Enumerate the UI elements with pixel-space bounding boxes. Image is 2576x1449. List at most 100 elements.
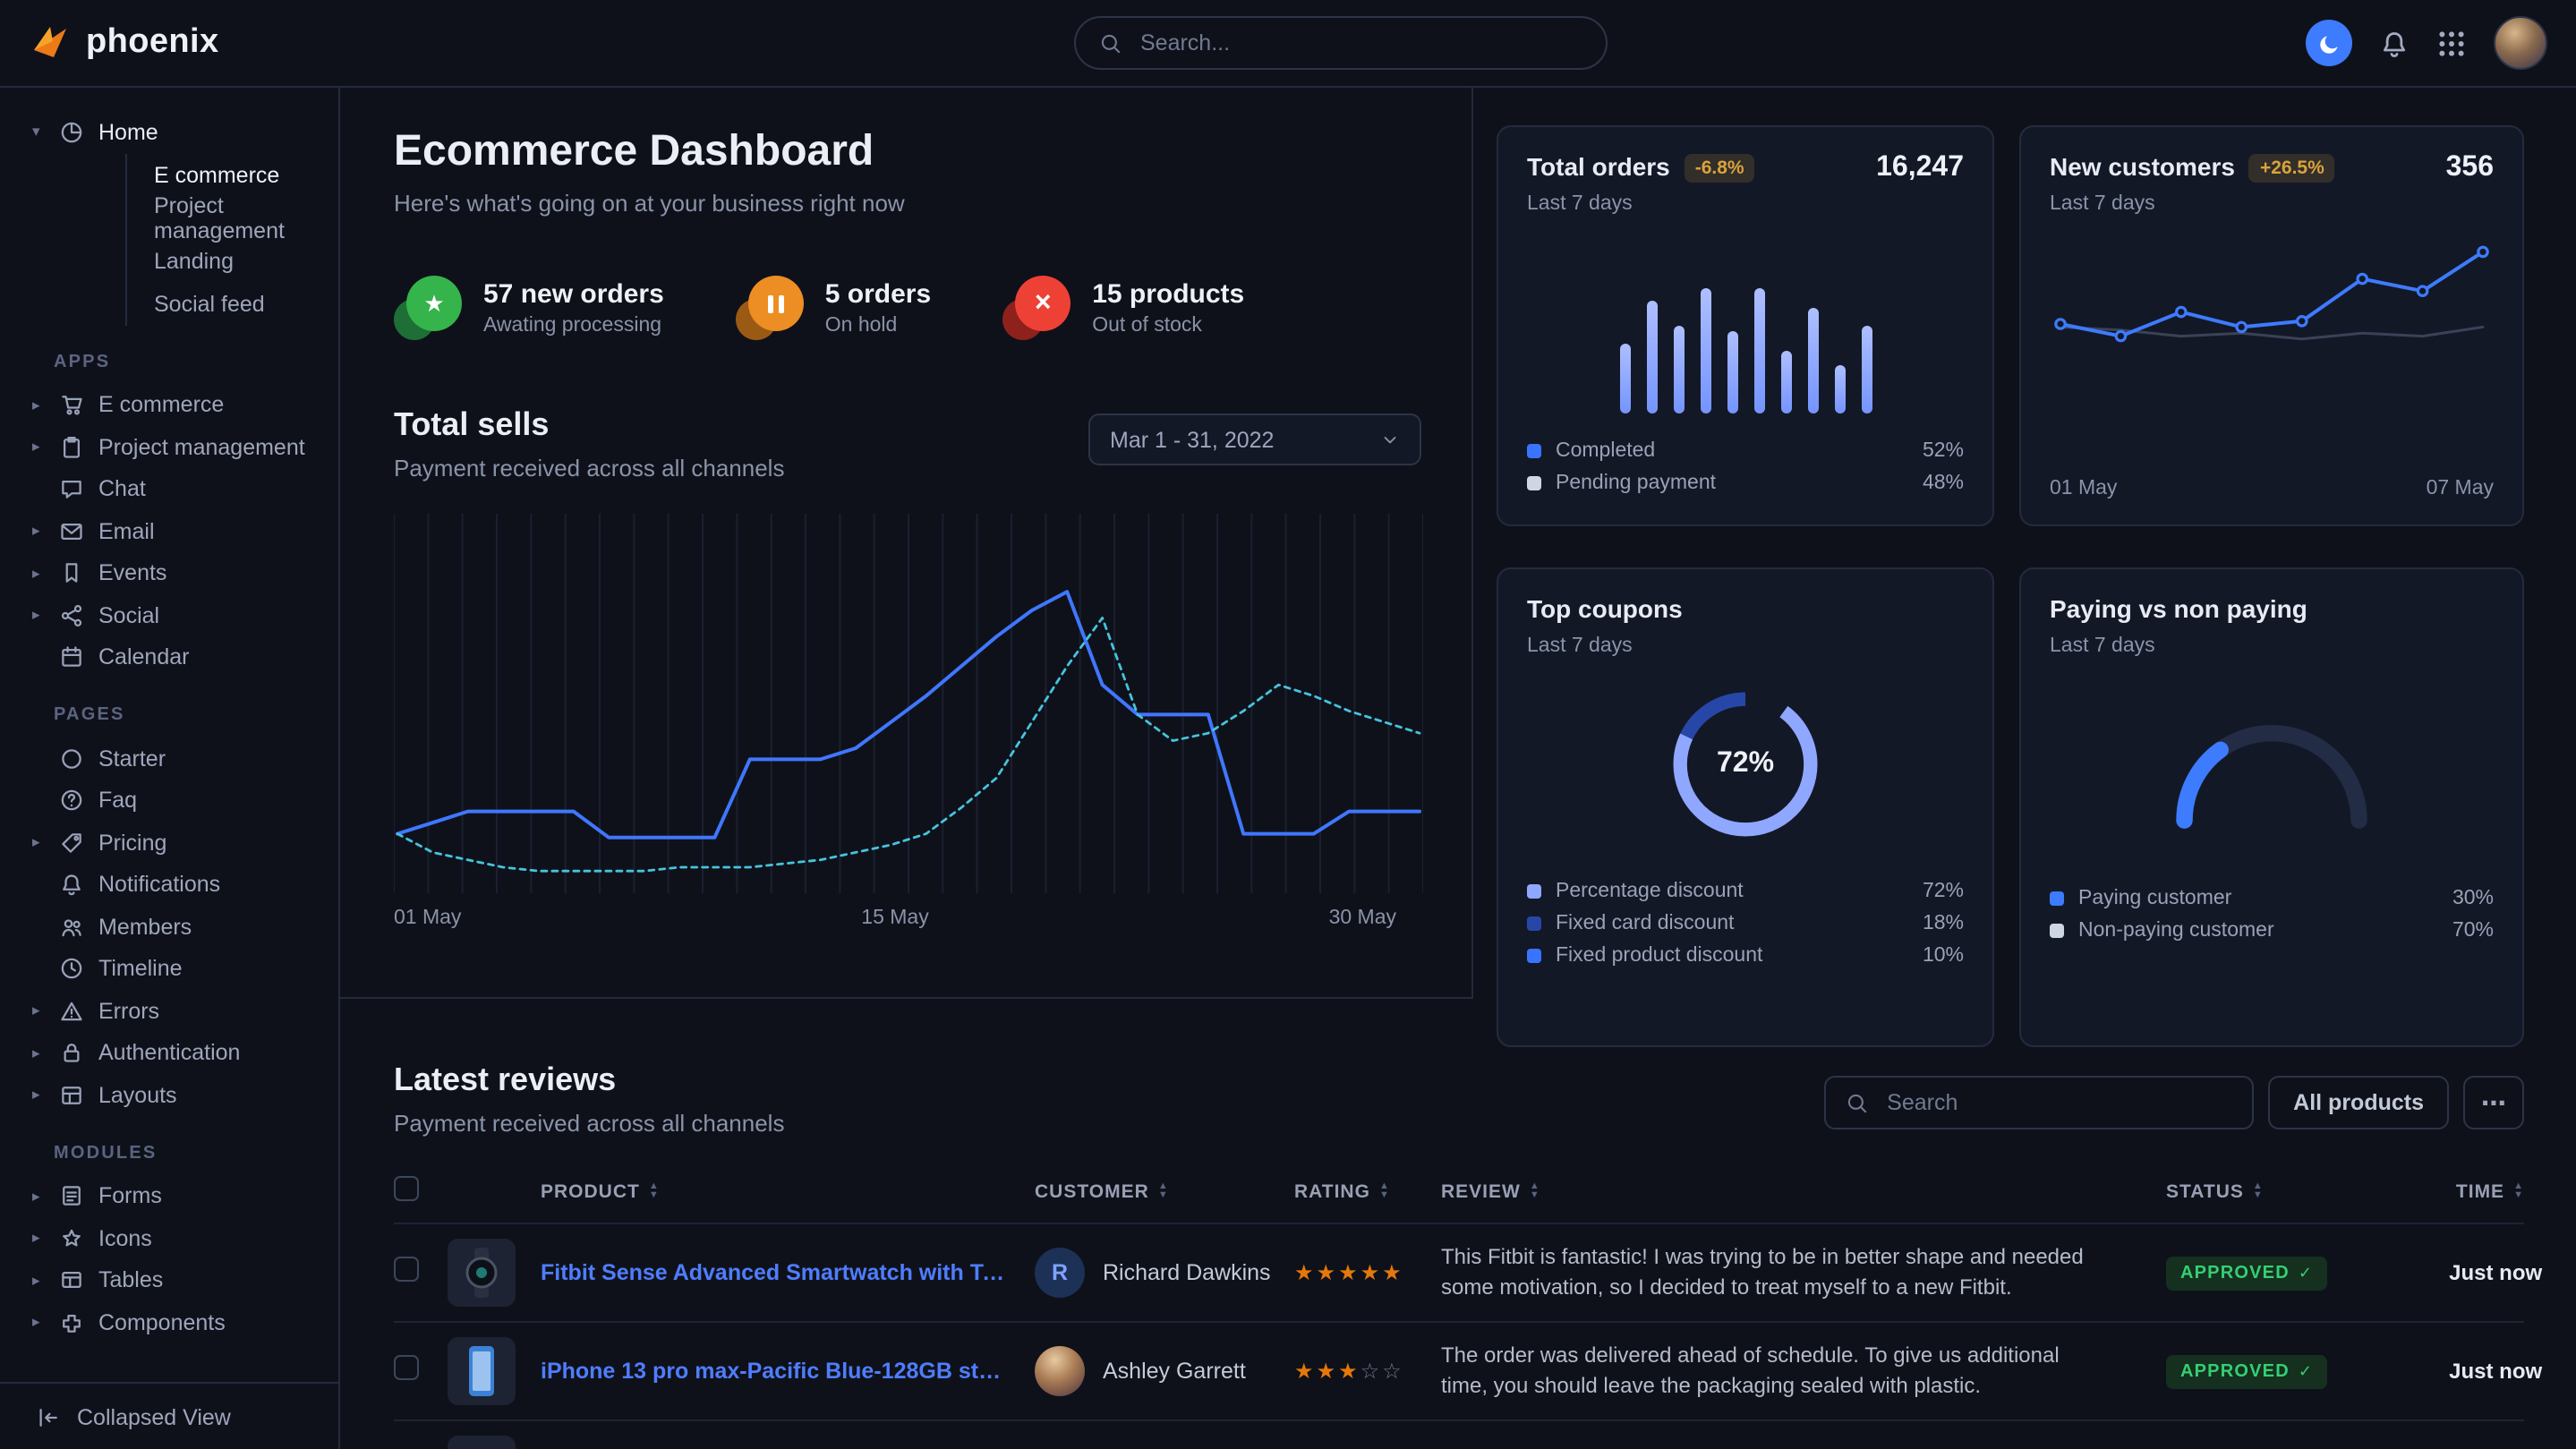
legend-item: Non-paying customer70%	[2050, 915, 2494, 947]
product-thumbnail[interactable]	[448, 1436, 516, 1449]
bell-icon[interactable]	[2379, 28, 2410, 58]
reviews-search-input[interactable]	[1883, 1088, 2232, 1117]
row-checkbox[interactable]	[394, 1354, 419, 1379]
moon-icon	[2317, 31, 2341, 55]
caret-right-icon: ▸	[32, 396, 59, 415]
chat-icon	[59, 477, 84, 502]
calendar-icon	[59, 645, 84, 670]
circle-icon	[59, 746, 84, 771]
star-icon	[59, 1226, 84, 1251]
paying-gauge-chart	[2050, 696, 2494, 836]
sidebar-item-starter[interactable]: Starter	[0, 737, 338, 780]
sidebar-item-calendar[interactable]: Calendar	[0, 636, 338, 678]
help-icon	[59, 788, 84, 814]
card-value: 16,247	[1876, 152, 1964, 184]
stat-on-hold: 5 ordersOn hold	[736, 276, 931, 340]
sidebar-item-notifications[interactable]: Notifications	[0, 864, 338, 906]
column-header-customer[interactable]: CUSTOMER▲▼	[1035, 1181, 1294, 1203]
date-range-select[interactable]: Mar 1 - 31, 2022	[1088, 413, 1421, 465]
search-icon	[1099, 31, 1122, 55]
navbar-search-input[interactable]	[1137, 29, 1582, 57]
sidebar-item-e-commerce[interactable]: ▸E commerce	[0, 384, 338, 426]
column-header-time[interactable]: TIME▲▼	[2309, 1181, 2524, 1203]
sidebar-item-e-commerce-dashboard[interactable]: E commerce	[127, 153, 338, 196]
collapsed-view-toggle[interactable]: Collapsed View	[0, 1382, 338, 1449]
change-badge: -6.8%	[1685, 154, 1755, 183]
sidebar-item-project-management-dashboard[interactable]: Project management	[127, 196, 338, 239]
navbar-actions	[2306, 16, 2547, 70]
warning-icon	[59, 999, 84, 1024]
sidebar-item-layouts[interactable]: ▸Layouts	[0, 1074, 338, 1116]
caret-right-icon: ▸	[32, 606, 59, 626]
product-link[interactable]: Fitbit Sense Advanced Smartwatch with To…	[541, 1260, 1035, 1285]
sort-icon: ▲▼	[2513, 1183, 2524, 1201]
sidebar-item-icons[interactable]: ▸Icons	[0, 1217, 338, 1259]
share-icon	[59, 603, 84, 628]
all-products-button[interactable]: All products	[2268, 1076, 2449, 1129]
sidebar-item-forms[interactable]: ▸Forms	[0, 1175, 338, 1217]
stat-new-orders: ★ 57 new ordersAwating processing	[394, 276, 664, 340]
product-thumbnail[interactable]	[448, 1337, 516, 1405]
phoenix-logo-icon	[29, 21, 72, 64]
sidebar-item-project-management[interactable]: ▸Project management	[0, 426, 338, 468]
sidebar-item-home[interactable]: ▾ Home	[0, 111, 338, 153]
sidebar-item-components[interactable]: ▸Components	[0, 1301, 338, 1343]
sidebar-item-faq[interactable]: Faq	[0, 780, 338, 822]
donut-center-label: 72%	[1663, 682, 1828, 847]
table-row-partial	[394, 1419, 2524, 1449]
card-top-coupons: Top coupons Last 7 days 72% Percentage d…	[1497, 567, 1994, 1047]
home-submenu: E commerce Project management Landing So…	[125, 153, 338, 325]
brand-name: phoenix	[86, 23, 219, 63]
total-sells-chart: 01 May 15 May 30 May	[394, 514, 1421, 929]
row-checkbox[interactable]	[394, 1256, 419, 1281]
more-options-button[interactable]: ⋯	[2463, 1076, 2524, 1129]
total-sells-subtitle: Payment received across all channels	[394, 455, 784, 482]
column-header-status[interactable]: STATUS▲▼	[2166, 1181, 2309, 1203]
table-header-row: PRODUCT▲▼ CUSTOMER▲▼ RATING▲▼ REVIEW▲▼ S…	[394, 1162, 2524, 1223]
coupons-donut-chart: 72%	[1663, 682, 1828, 847]
column-header-rating[interactable]: RATING▲▼	[1294, 1181, 1441, 1203]
app-root: phoenix ▾ Home E commerce Project manage…	[0, 0, 2576, 1449]
legend-item: Paying customer30%	[2050, 882, 2494, 915]
product-thumbnail[interactable]	[448, 1239, 516, 1307]
select-all-checkbox[interactable]	[394, 1175, 419, 1200]
column-header-product[interactable]: PRODUCT▲▼	[541, 1181, 1035, 1203]
card-value: 356	[2446, 152, 2494, 184]
latest-reviews-section: Latest reviews Payment received across a…	[340, 1047, 2576, 1449]
user-avatar[interactable]	[2494, 16, 2547, 70]
sidebar-item-pricing[interactable]: ▸Pricing	[0, 822, 338, 864]
sidebar-item-tables[interactable]: ▸Tables	[0, 1259, 338, 1301]
sort-icon: ▲▼	[1158, 1183, 1169, 1201]
product-link[interactable]: iPhone 13 pro max-Pacific Blue-128GB sto…	[541, 1359, 1035, 1384]
sidebar-item-members[interactable]: Members	[0, 906, 338, 948]
sort-icon: ▲▼	[649, 1183, 660, 1201]
bell-icon	[59, 873, 84, 898]
customer-cell: Ashley Garrett	[1035, 1346, 1294, 1396]
sidebar-item-email[interactable]: ▸Email	[0, 510, 338, 552]
sidebar-item-social[interactable]: ▸Social	[0, 594, 338, 636]
sidebar-item-landing[interactable]: Landing	[127, 239, 338, 282]
column-header-review[interactable]: REVIEW▲▼	[1441, 1181, 2166, 1203]
theme-toggle-button[interactable]	[2306, 20, 2352, 66]
legend-item: Percentage discount72%	[1527, 875, 1964, 908]
sidebar-item-authentication[interactable]: ▸Authentication	[0, 1032, 338, 1074]
envelope-icon	[59, 519, 84, 544]
sidebar-item-events[interactable]: ▸Events	[0, 552, 338, 594]
sidebar-item-timeline[interactable]: Timeline	[0, 948, 338, 990]
order-stats: ★ 57 new ordersAwating processing 5 orde…	[394, 276, 1421, 340]
sidebar-item-social-feed[interactable]: Social feed	[127, 282, 338, 325]
brand-logo-link[interactable]: phoenix	[29, 21, 344, 64]
customer-avatar[interactable]: R	[1035, 1248, 1085, 1298]
dashboard-left-column: Ecommerce Dashboard Here's what's going …	[340, 88, 1473, 999]
layout-icon	[59, 1083, 84, 1108]
caret-right-icon: ▸	[32, 1271, 59, 1291]
chart-x-axis: 01 May 07 May	[2050, 471, 2494, 499]
sidebar-item-errors[interactable]: ▸Errors	[0, 990, 338, 1032]
search-icon	[1846, 1091, 1869, 1114]
sidebar-item-chat[interactable]: Chat	[0, 468, 338, 510]
review-time: Just now	[2327, 1260, 2542, 1285]
apps-grid-icon[interactable]	[2436, 28, 2467, 58]
card-paying-vs-non-paying: Paying vs non paying Last 7 days Paying …	[2019, 567, 2524, 1047]
customer-avatar[interactable]	[1035, 1346, 1085, 1396]
stat-out-of-stock: × 15 productsOut of stock	[1002, 276, 1244, 340]
